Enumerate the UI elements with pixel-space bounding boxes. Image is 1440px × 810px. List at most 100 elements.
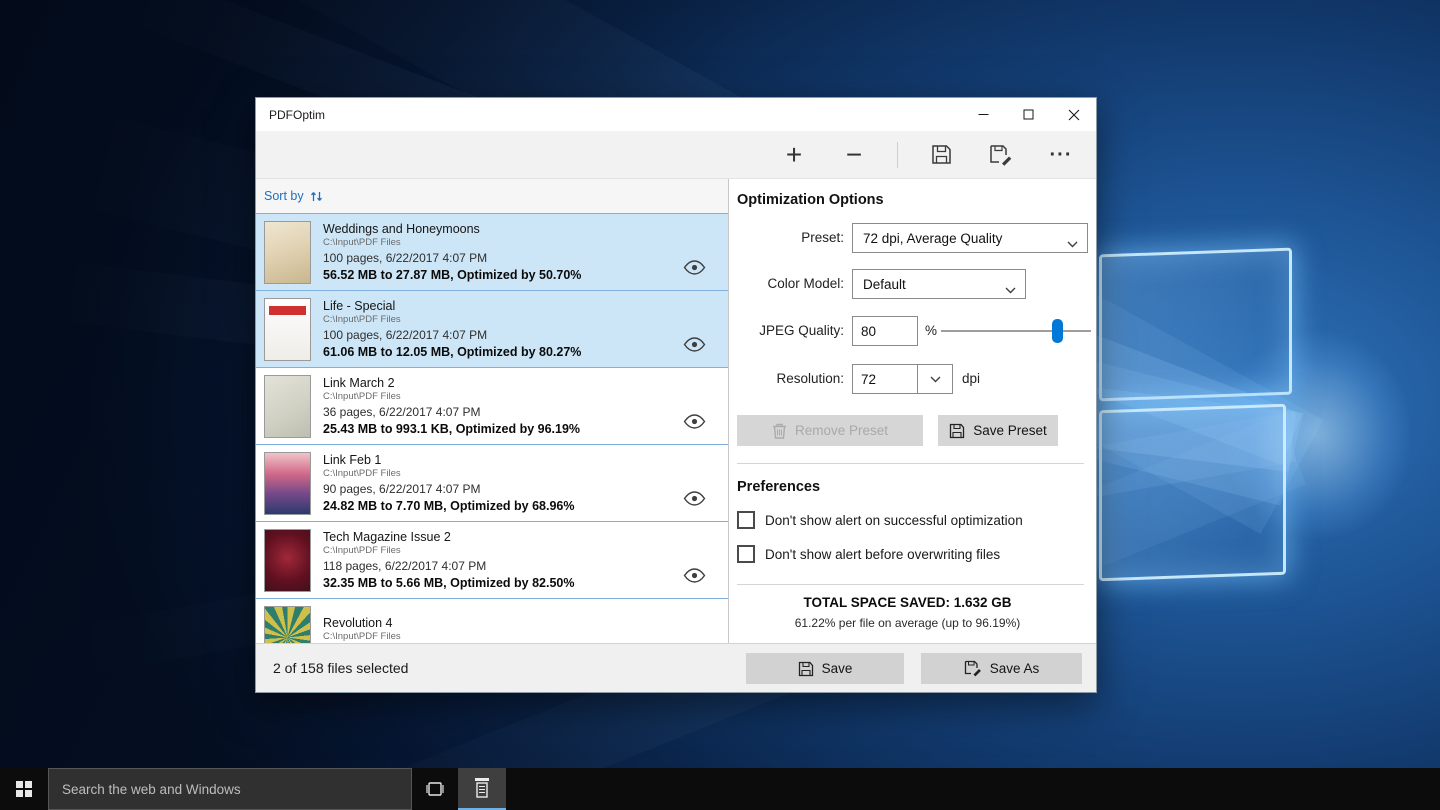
file-thumbnail <box>264 220 311 284</box>
close-button[interactable] <box>1051 98 1096 131</box>
file-result: 61.06 MB to 12.05 MB, Optimized by 80.27… <box>323 345 582 359</box>
preview-eye-icon[interactable] <box>683 491 706 511</box>
optimization-options-panel: Optimization Options Preset: 72 dpi, Ave… <box>729 179 1096 643</box>
file-info: Link Feb 1 C:\Input\PDF Files 90 pages, … <box>323 453 574 513</box>
resolution-label: Resolution: <box>776 371 844 386</box>
toolbar: + − ··· <box>256 131 1096 179</box>
windows-logo-pane <box>1099 403 1286 582</box>
minimize-icon <box>978 114 989 115</box>
pref-success-alert-option[interactable]: Don't show alert on successful optimizat… <box>737 511 1023 529</box>
separator <box>737 584 1084 585</box>
save-as-label: Save As <box>989 661 1040 676</box>
maximize-button[interactable] <box>1006 98 1051 131</box>
preview-eye-icon[interactable] <box>683 337 706 357</box>
close-icon <box>1068 109 1079 120</box>
file-list-item[interactable]: Link March 2 C:\Input\PDF Files 36 pages… <box>256 368 728 445</box>
title-bar[interactable]: PDFOptim <box>256 98 1096 131</box>
resolution-input[interactable] <box>852 364 918 394</box>
preview-eye-icon[interactable] <box>683 568 706 588</box>
separator <box>737 463 1084 464</box>
file-thumbnail <box>264 374 311 438</box>
remove-preset-button[interactable]: Remove Preset <box>737 415 923 446</box>
file-thumbnail <box>264 451 311 515</box>
file-info: Revolution 4 C:\Input\PDF Files 6/22/201… <box>323 616 424 644</box>
file-list-item[interactable]: Tech Magazine Issue 2 C:\Input\PDF Files… <box>256 522 728 599</box>
file-info: Link March 2 C:\Input\PDF Files 36 pages… <box>323 376 580 436</box>
checkbox-unchecked[interactable] <box>737 511 755 529</box>
pdfoptim-window: PDFOptim + − ··· Sort by Weddings and Ho… <box>255 97 1097 693</box>
chevron-down-icon <box>1005 282 1016 297</box>
file-list: Weddings and Honeymoons C:\Input\PDF Fil… <box>256 214 728 643</box>
jpeg-quality-input[interactable] <box>852 316 918 346</box>
taskbar-pdfoptim-button[interactable] <box>458 768 506 810</box>
save-as-button[interactable]: Save As <box>921 653 1082 684</box>
more-options-button[interactable]: ··· <box>1038 136 1084 174</box>
task-view-button[interactable] <box>412 768 458 810</box>
average-savings: 61.22% per file on average (up to 96.19%… <box>794 616 1021 630</box>
file-title: Link March 2 <box>323 376 395 390</box>
pref-label: Don't show alert on successful optimizat… <box>765 512 1023 528</box>
file-info: Weddings and Honeymoons C:\Input\PDF Fil… <box>323 222 581 282</box>
file-title: Link Feb 1 <box>323 453 382 467</box>
file-thumbnail <box>264 605 311 643</box>
file-info: Life - Special C:\Input\PDF Files 100 pa… <box>323 299 581 359</box>
pref-overwrite-alert-option[interactable]: Don't show alert before overwriting file… <box>737 545 1000 563</box>
file-result: 24.82 MB to 7.70 MB, Optimized by 68.96% <box>323 499 575 513</box>
file-path: C:\Input\PDF Files <box>323 314 401 325</box>
percent-unit-label: % <box>925 323 938 338</box>
taskbar-search-input[interactable]: Search the web and Windows <box>48 768 412 810</box>
status-bar: 2 of 158 files selected Save Save As <box>256 643 1096 692</box>
pref-label: Don't show alert before overwriting file… <box>765 546 1001 562</box>
resolution-dropdown-button[interactable] <box>917 364 953 394</box>
file-list-item[interactable]: Life - Special C:\Input\PDF Files 100 pa… <box>256 291 728 368</box>
checkbox-unchecked[interactable] <box>737 545 755 563</box>
remove-preset-label: Remove Preset <box>794 423 889 438</box>
trash-icon <box>772 423 786 439</box>
file-list-item[interactable]: Link Feb 1 C:\Input\PDF Files 90 pages, … <box>256 445 728 522</box>
slider-thumb[interactable] <box>1052 319 1063 343</box>
preview-eye-icon[interactable] <box>683 414 706 434</box>
ellipsis-icon: ··· <box>1049 143 1073 166</box>
selection-count: 2 of 158 files selected <box>273 660 409 676</box>
preset-value: 72 dpi, Average Quality <box>863 230 1003 246</box>
save-as-icon <box>990 144 1012 166</box>
preferences-heading: Preferences <box>737 479 821 495</box>
jpeg-quality-slider[interactable] <box>941 319 1091 343</box>
file-list-item[interactable]: Revolution 4 C:\Input\PDF Files 6/22/201… <box>256 599 728 643</box>
file-list-item[interactable]: Weddings and Honeymoons C:\Input\PDF Fil… <box>256 214 728 291</box>
color-model-dropdown[interactable]: Default <box>852 269 1026 299</box>
dpi-unit-label: dpi <box>962 371 981 386</box>
file-meta: 90 pages, 6/22/2017 4:07 PM <box>323 482 481 496</box>
remove-files-button[interactable]: − <box>831 136 877 174</box>
file-list-panel: Sort by Weddings and Honeymoons C:\Input… <box>256 179 729 643</box>
file-result: 25.43 MB to 993.1 KB, Optimized by 96.19… <box>323 422 581 436</box>
file-title: Weddings and Honeymoons <box>323 222 480 236</box>
pdfoptim-app-icon <box>475 778 489 798</box>
windows-logo-icon <box>16 781 32 797</box>
task-view-icon <box>426 782 444 796</box>
save-as-toolbar-button[interactable] <box>978 136 1024 174</box>
desktop: PDFOptim + − ··· Sort by Weddings and Ho… <box>0 0 1440 810</box>
save-preset-button[interactable]: Save Preset <box>938 415 1058 446</box>
file-result: 32.35 MB to 5.66 MB, Optimized by 82.50% <box>323 576 575 590</box>
start-button[interactable] <box>0 768 48 810</box>
save-button[interactable]: Save <box>746 653 904 684</box>
taskbar: Search the web and Windows <box>0 768 1440 810</box>
remove-icon: − <box>845 138 863 170</box>
minimize-button[interactable] <box>961 98 1006 131</box>
preset-dropdown[interactable]: 72 dpi, Average Quality <box>852 223 1088 253</box>
maximize-icon <box>1023 109 1034 120</box>
file-path: C:\Input\PDF Files <box>323 630 401 642</box>
file-meta: 100 pages, 6/22/2017 4:07 PM <box>323 328 488 342</box>
save-toolbar-button[interactable] <box>918 136 964 174</box>
save-preset-label: Save Preset <box>973 423 1047 438</box>
add-files-button[interactable]: + <box>771 136 817 174</box>
preview-eye-icon[interactable] <box>683 260 706 280</box>
file-path: C:\Input\PDF Files <box>323 391 401 402</box>
file-title: Tech Magazine Issue 2 <box>323 530 451 544</box>
color-model-value: Default <box>863 276 906 292</box>
window-controls <box>961 98 1096 131</box>
save-label: Save <box>821 661 853 676</box>
file-thumbnail <box>264 528 311 592</box>
sort-by-control[interactable]: Sort by <box>256 179 728 214</box>
